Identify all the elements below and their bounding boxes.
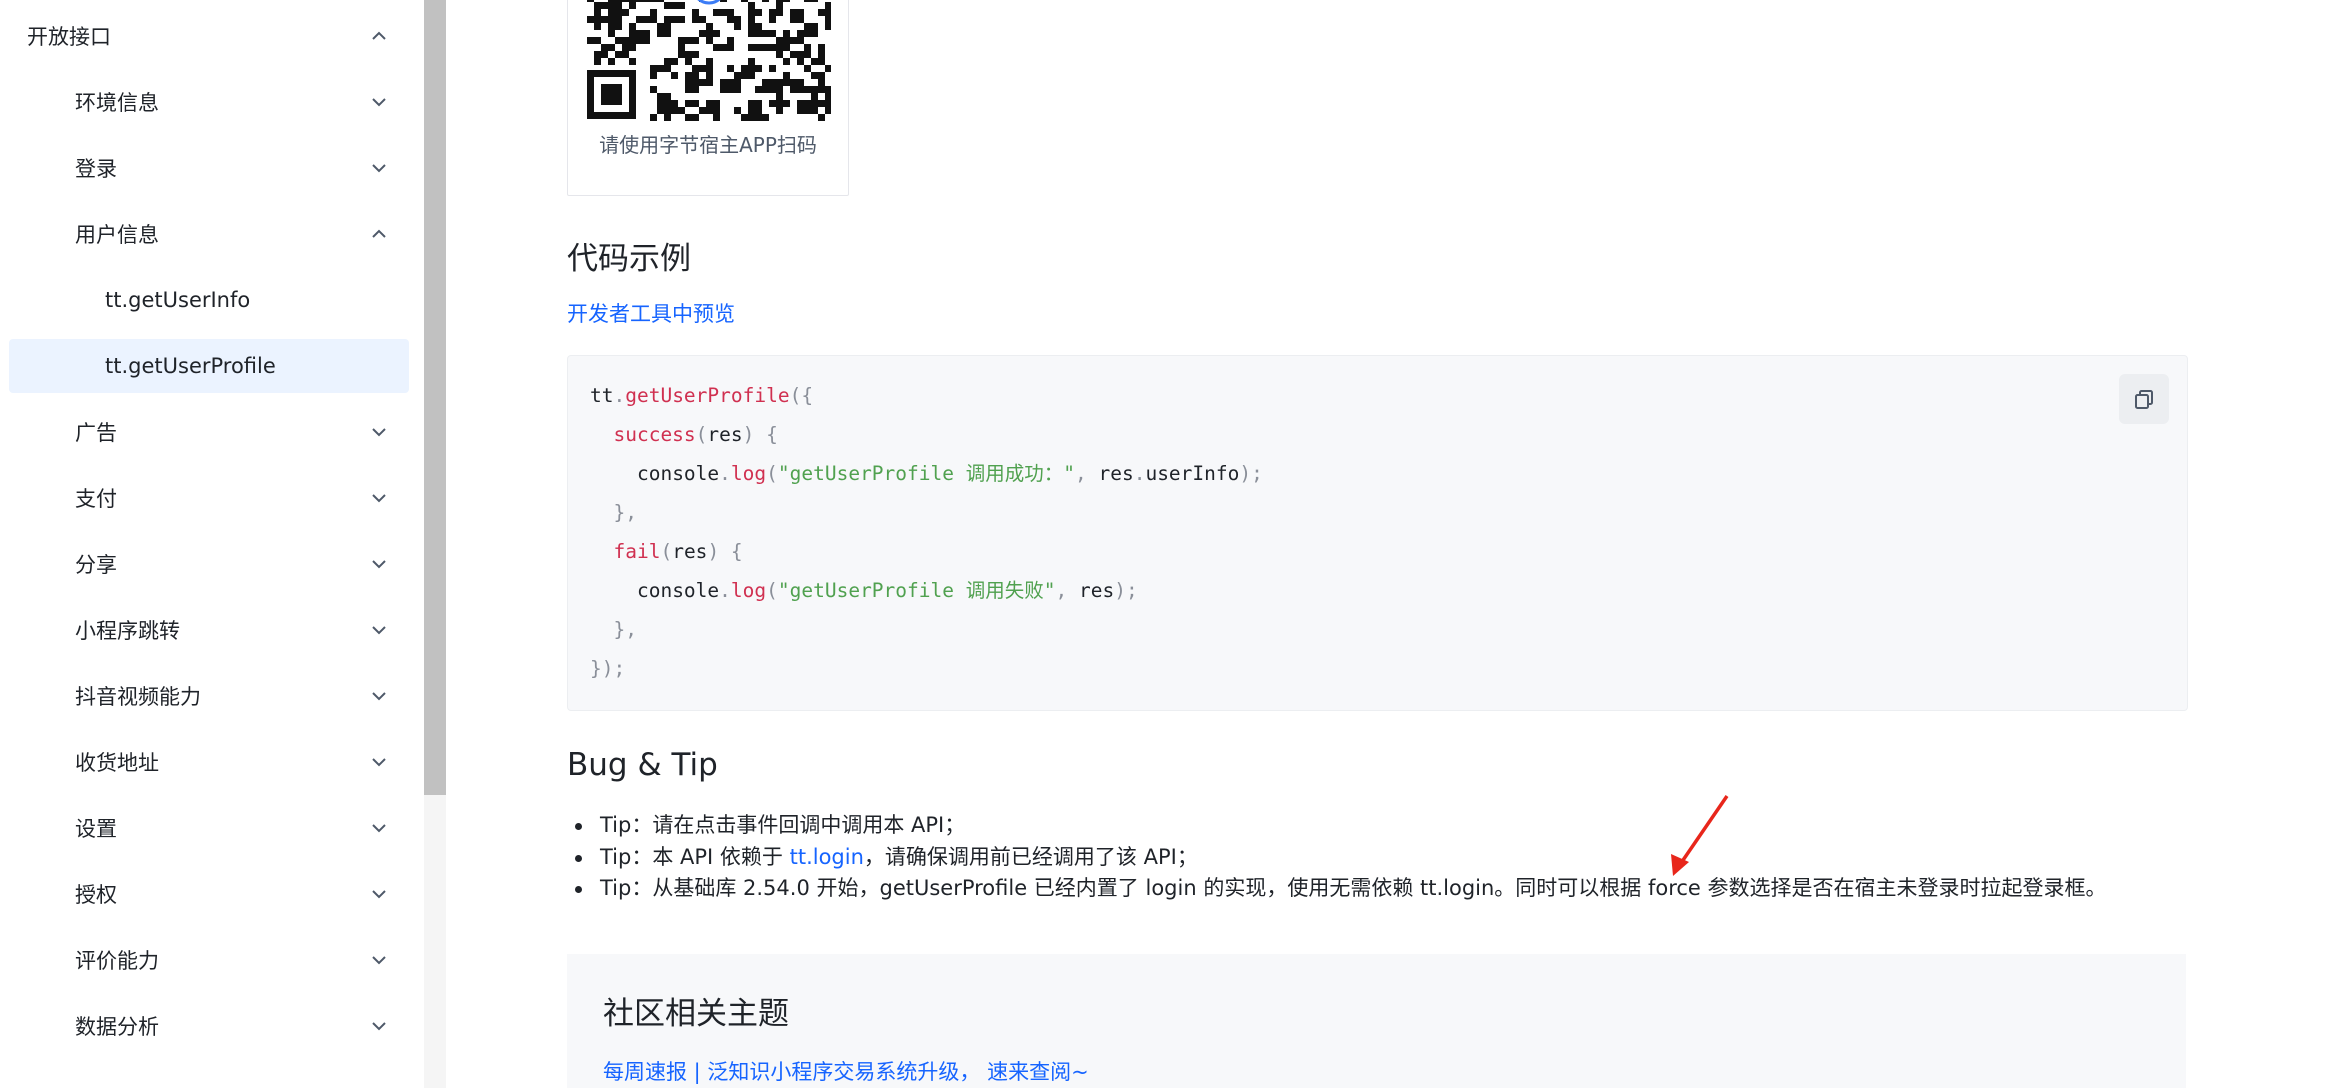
sidebar-item-miniprogram-jump[interactable]: 小程序跳转: [0, 603, 424, 657]
chevron-down-icon: [372, 626, 386, 635]
preview-in-devtools-link[interactable]: 开发者工具中预览: [567, 298, 735, 328]
chevron-down-icon: [372, 692, 386, 701]
sidebar-nav: 开放接口 环境信息 登录 用户信息 tt.getUserInfo tt.getU…: [0, 0, 424, 1088]
sidebar-item-user-info[interactable]: 用户信息: [0, 207, 424, 261]
sidebar-item-label: 数据分析: [75, 1015, 159, 1039]
list-item: Tip：从基础库 2.54.0 开始，getUserProfile 已经内置了 …: [572, 873, 2107, 905]
qr-card: 请使用字节宿主APP扫码: [567, 0, 849, 196]
sidebar-item-label: tt.getUserProfile: [105, 354, 276, 378]
code-block: tt.getUserProfile({ success(res) { conso…: [567, 355, 2188, 711]
chevron-up-icon: [372, 229, 386, 238]
qr-code-icon: [587, 0, 831, 121]
chevron-down-icon: [372, 1022, 386, 1031]
sidebar-item-label: 小程序跳转: [75, 619, 180, 643]
chevron-down-icon: [372, 824, 386, 833]
sidebar-item-label: 开放接口: [27, 25, 111, 49]
sidebar-item-login[interactable]: 登录: [0, 141, 424, 195]
red-arrow-annotation: [1671, 795, 1729, 876]
chevron-down-icon: [372, 890, 386, 899]
chevron-down-icon: [372, 494, 386, 503]
sidebar-item-env-info[interactable]: 环境信息: [0, 75, 424, 129]
sidebar-item-label: 登录: [75, 157, 117, 181]
bug-tip-title: Bug & Tip: [567, 747, 718, 783]
sidebar-item-review[interactable]: 评价能力: [0, 933, 424, 987]
sidebar-item-ads[interactable]: 广告: [0, 405, 424, 459]
copy-icon: [2135, 390, 2153, 409]
chevron-up-icon: [372, 31, 386, 40]
chevron-down-icon: [372, 98, 386, 107]
chevron-down-icon: [372, 428, 386, 437]
sidebar-item-shipping-address[interactable]: 收货地址: [0, 735, 424, 789]
chevron-down-icon: [372, 164, 386, 173]
sidebar-item-label: 广告: [75, 421, 117, 445]
tips-list: Tip：请在点击事件回调中调用本 API； Tip：本 API 依赖于 tt.l…: [572, 810, 2107, 905]
copy-code-button[interactable]: [2119, 374, 2169, 424]
sidebar-item-label: 抖音视频能力: [75, 685, 201, 709]
list-item: Tip：请在点击事件回调中调用本 API；: [572, 810, 2107, 842]
code-content: tt.getUserProfile({ success(res) { conso…: [590, 384, 1263, 680]
sidebar-item-label: 设置: [75, 817, 117, 841]
chevron-down-icon: [372, 956, 386, 965]
sidebar-item-douyin-video[interactable]: 抖音视频能力: [0, 669, 424, 723]
sidebar-item-label: 环境信息: [75, 91, 159, 115]
chevron-down-icon: [372, 560, 386, 569]
sidebar-scrollbar-thumb[interactable]: [424, 0, 446, 795]
community-title: 社区相关主题: [603, 996, 789, 1032]
qr-caption: 请使用字节宿主APP扫码: [599, 133, 817, 157]
sidebar-item-settings[interactable]: 设置: [0, 801, 424, 855]
sidebar-item-share[interactable]: 分享: [0, 537, 424, 591]
sidebar-item-payment[interactable]: 支付: [0, 471, 424, 525]
sidebar-item-label: 授权: [75, 883, 117, 907]
chevron-down-icon: [372, 758, 386, 767]
sidebar-item-label: tt.getUserInfo: [105, 288, 251, 312]
sidebar-item-label: 支付: [75, 487, 117, 511]
sidebar-item-authorize[interactable]: 授权: [0, 867, 424, 921]
community-topic-link[interactable]: 每周速报 | 泛知识小程序交易系统升级， 速来查阅~: [603, 1056, 1089, 1086]
sidebar-item-get-user-info[interactable]: tt.getUserInfo: [0, 273, 424, 327]
sidebar-item-open-api[interactable]: 开放接口: [0, 9, 424, 63]
sidebar-item-label: 分享: [75, 553, 117, 577]
sidebar-item-label: 用户信息: [75, 223, 159, 247]
sidebar-item-get-user-profile[interactable]: tt.getUserProfile: [0, 339, 424, 393]
sidebar-item-label: 收货地址: [75, 751, 159, 775]
code-example-title: 代码示例: [567, 241, 691, 277]
main-content: 请使用字节宿主APP扫码 代码示例 开发者工具中预览 tt.getUserPro…: [447, 0, 2349, 1088]
sidebar-item-label: 评价能力: [75, 949, 159, 973]
tt-login-link[interactable]: tt.login: [790, 845, 864, 869]
community-section: 社区相关主题 每周速报 | 泛知识小程序交易系统升级， 速来查阅~: [567, 954, 2186, 1088]
sidebar-item-data-analysis[interactable]: 数据分析: [0, 999, 424, 1053]
list-item: Tip：本 API 依赖于 tt.login，请确保调用前已经调用了该 API；: [572, 842, 2107, 874]
